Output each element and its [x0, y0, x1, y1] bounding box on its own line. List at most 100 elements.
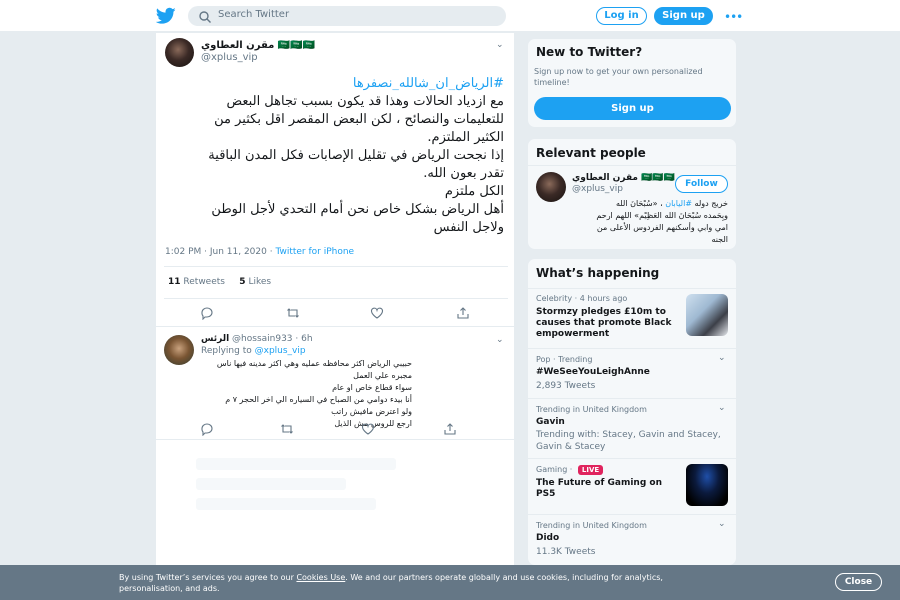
bio-text: خريج دوله — [692, 199, 728, 208]
cookie-banner: By using Twitter’s services you agree to… — [0, 565, 900, 600]
trend-category: Gaming · — [536, 465, 575, 474]
tweet-line: ولاجل النفس — [433, 220, 504, 235]
trend-item[interactable]: Trending in United Kingdom Dido 11.3K Tw… — [528, 514, 736, 565]
relevant-people-card: Relevant people مقرن العطاوي 🇸🇦🇸🇦🇸🇦 @xpl… — [527, 138, 737, 250]
close-button[interactable]: Close — [835, 573, 882, 591]
chevron-down-icon[interactable]: ⌄ — [496, 335, 504, 345]
chevron-down-icon[interactable]: ⌄ — [718, 403, 726, 413]
chevron-down-icon[interactable]: ⌄ — [718, 353, 726, 363]
retweets-label: Retweets — [183, 277, 225, 287]
trend-item[interactable]: Gaming · LIVE The Future of Gaming on PS… — [528, 458, 736, 514]
trend-meta: Celebrity · 4 hours ago — [536, 294, 628, 303]
tweet-source-link[interactable]: Twitter for iPhone — [275, 247, 354, 257]
reply-author-handle: @hossain933 — [232, 334, 293, 344]
likes-count: 5 — [239, 277, 246, 287]
trend-item[interactable]: Pop · Trending #WeSeeYouLeighAnne 2,893 … — [528, 348, 736, 398]
signup-button[interactable]: Sign up — [534, 97, 731, 120]
live-badge: LIVE — [577, 465, 604, 475]
trend-meta: Gaming · LIVE — [536, 465, 604, 475]
hashtag-link[interactable]: #الرياض_ان_شالله_نصفرها — [164, 75, 504, 93]
whats-happening-title: What’s happening — [536, 266, 660, 280]
tweet-timestamp: 1:02 PM · Jun 11, 2020 · Twitter for iPh… — [165, 247, 354, 257]
bio-line: امي وابي وأسكنهم الفردوس الأعلى من — [596, 223, 728, 232]
cookie-text-part: By using Twitter’s services you agree to… — [119, 573, 297, 582]
follow-button[interactable]: Follow — [675, 175, 728, 193]
loading-placeholder — [196, 478, 346, 490]
more-dots-icon[interactable]: ••• — [724, 10, 743, 24]
tweet-line: تقدر بعون الله. — [423, 166, 504, 181]
retweet-icon[interactable] — [280, 421, 294, 435]
reply-line: حبيبي الرياض اكثر محافظه عمليه وهي اكثر … — [216, 359, 412, 380]
tweet-stats: 11 Retweets 5 Likes — [168, 277, 271, 287]
trend-title: Stormzy pledges £10m to causes that prom… — [536, 307, 672, 339]
reply-icon[interactable] — [200, 421, 214, 437]
bio-line: وبِحَمده سُبْحَانَ الله العَظِيْم» اللهم… — [596, 211, 728, 220]
trend-title: Dido — [536, 533, 560, 543]
trend-item[interactable]: Celebrity · 4 hours ago Stormzy pledges … — [528, 288, 736, 348]
new-to-twitter-card: New to Twitter? Sign up now to get your … — [527, 38, 737, 128]
cookie-text: By using Twitter’s services you agree to… — [119, 572, 719, 594]
replying-to-label: Replying to — [201, 346, 252, 356]
reply-author[interactable]: الرئس @hossain933 · 6h — [201, 334, 313, 344]
divider — [156, 326, 514, 327]
like-icon[interactable] — [361, 421, 375, 435]
relevant-person-bio: خريج دوله #اليابان ، «سُبْحَانَ الله وبِ… — [536, 198, 728, 246]
reply-line: أنا بيدء دوامي من الصباح في السياره الي … — [225, 395, 412, 404]
trend-thumbnail-image — [686, 464, 728, 506]
relevant-person-name[interactable]: مقرن العطاوي 🇸🇦🇸🇦🇸🇦 — [572, 173, 675, 183]
avatar[interactable] — [165, 38, 194, 67]
tweet-line: للتعليمات والنصائح ، لكن البعض المقصر اق… — [214, 112, 504, 127]
trend-title: The Future of Gaming on PS5 — [536, 478, 663, 499]
retweets-stat[interactable]: 11 Retweets — [168, 277, 225, 287]
loading-placeholder — [196, 498, 376, 510]
tweet-time[interactable]: 1:02 PM · Jun 11, 2020 — [165, 247, 267, 257]
share-icon[interactable] — [443, 421, 457, 435]
whats-happening-card: What’s happening Celebrity · 4 hours ago… — [527, 258, 737, 566]
avatar[interactable] — [164, 335, 194, 365]
main-timeline: مقرن العطاوي 🇸🇦🇸🇦🇸🇦 @xplus_vip ⌄ #الرياض… — [155, 33, 515, 573]
search-placeholder: Search Twitter — [218, 9, 290, 20]
trend-meta: Trending in United Kingdom — [536, 521, 647, 530]
chevron-down-icon[interactable]: ⌄ — [496, 40, 504, 50]
reply-line: سواء قطاع خاص او عام — [332, 383, 412, 392]
share-icon[interactable] — [456, 305, 470, 319]
tweet-line: الكل ملتزم — [444, 184, 504, 199]
likes-stat[interactable]: 5 Likes — [239, 277, 271, 287]
divider — [528, 165, 736, 166]
bio-hashtag-link[interactable]: #اليابان — [665, 199, 692, 208]
relevant-person-handle[interactable]: @xplus_vip — [572, 184, 623, 194]
bio-text: ، «سُبْحَانَ الله — [615, 199, 666, 208]
reply-time: · 6h — [295, 334, 313, 344]
search-icon — [198, 9, 212, 23]
tweet-text: #الرياض_ان_شالله_نصفرها مع ازدياد الحالا… — [164, 75, 504, 237]
divider — [164, 298, 508, 299]
trend-item[interactable]: Trending in United Kingdom Gavin Trendin… — [528, 398, 736, 458]
search-input[interactable]: Search Twitter — [188, 6, 506, 26]
cookies-use-link[interactable]: Cookies Use — [296, 573, 345, 582]
trend-meta: Pop · Trending — [536, 355, 593, 364]
loading-placeholder — [196, 458, 396, 470]
bio-line: خريج دوله #اليابان ، «سُبْحَانَ الله — [536, 198, 728, 210]
trend-title: #WeSeeYouLeighAnne — [536, 367, 650, 377]
like-icon[interactable] — [370, 305, 384, 319]
signup-button[interactable]: Sign up — [654, 7, 713, 25]
reply-icon[interactable] — [200, 305, 214, 321]
reply-line: ولو اعترض مافيش راتب — [331, 407, 412, 416]
reply-author-name: الرئس — [201, 334, 230, 344]
tweet-line: أهل الرياض بشكل خاص نحن أمام التحدي لأجل… — [211, 202, 504, 217]
new-to-twitter-subtitle: Sign up now to get your own personalized… — [534, 67, 703, 87]
replying-to: Replying to @xplus_vip — [201, 346, 306, 356]
twitter-bird-icon[interactable] — [155, 7, 176, 25]
replying-to-link[interactable]: @xplus_vip — [255, 346, 306, 356]
trend-tweet-count: 11.3K Tweets — [536, 547, 596, 557]
tweet-author-name[interactable]: مقرن العطاوي 🇸🇦🇸🇦🇸🇦 — [201, 40, 315, 51]
chevron-down-icon[interactable]: ⌄ — [718, 519, 726, 529]
retweet-icon[interactable] — [286, 305, 300, 319]
bio-line: الجنه — [711, 235, 728, 244]
tweet-author-handle[interactable]: @xplus_vip — [201, 52, 258, 63]
trend-meta: Trending in United Kingdom — [536, 405, 647, 414]
top-navigation-bar: Search Twitter Log in Sign up ••• — [0, 0, 900, 32]
trend-subtitle: Trending with: Stacey, Gavin and Stacey,… — [536, 430, 721, 452]
relevant-people-title: Relevant people — [536, 146, 646, 160]
login-button[interactable]: Log in — [596, 7, 647, 25]
